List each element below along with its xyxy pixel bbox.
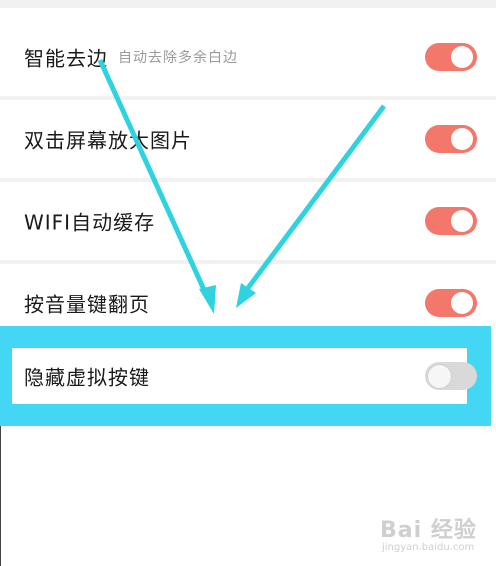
settings-page: 智能去边 自动去除多余白边 双击屏幕放大图片 WIFI自动缓存 按音量键翻页 隐…	[0, 0, 496, 566]
annotation-arrows	[97, 58, 387, 314]
watermark-url: jingyan.baidu.com	[382, 542, 475, 553]
watermark: Bai 经验 jingyan.baidu.com	[380, 512, 490, 562]
arrow-right-shaft	[245, 104, 387, 290]
arrow-left-head	[199, 285, 216, 314]
watermark-logo: Bai 经验	[380, 518, 477, 543]
arrow-right-head	[236, 283, 256, 308]
arrow-left-shaft	[97, 58, 208, 294]
